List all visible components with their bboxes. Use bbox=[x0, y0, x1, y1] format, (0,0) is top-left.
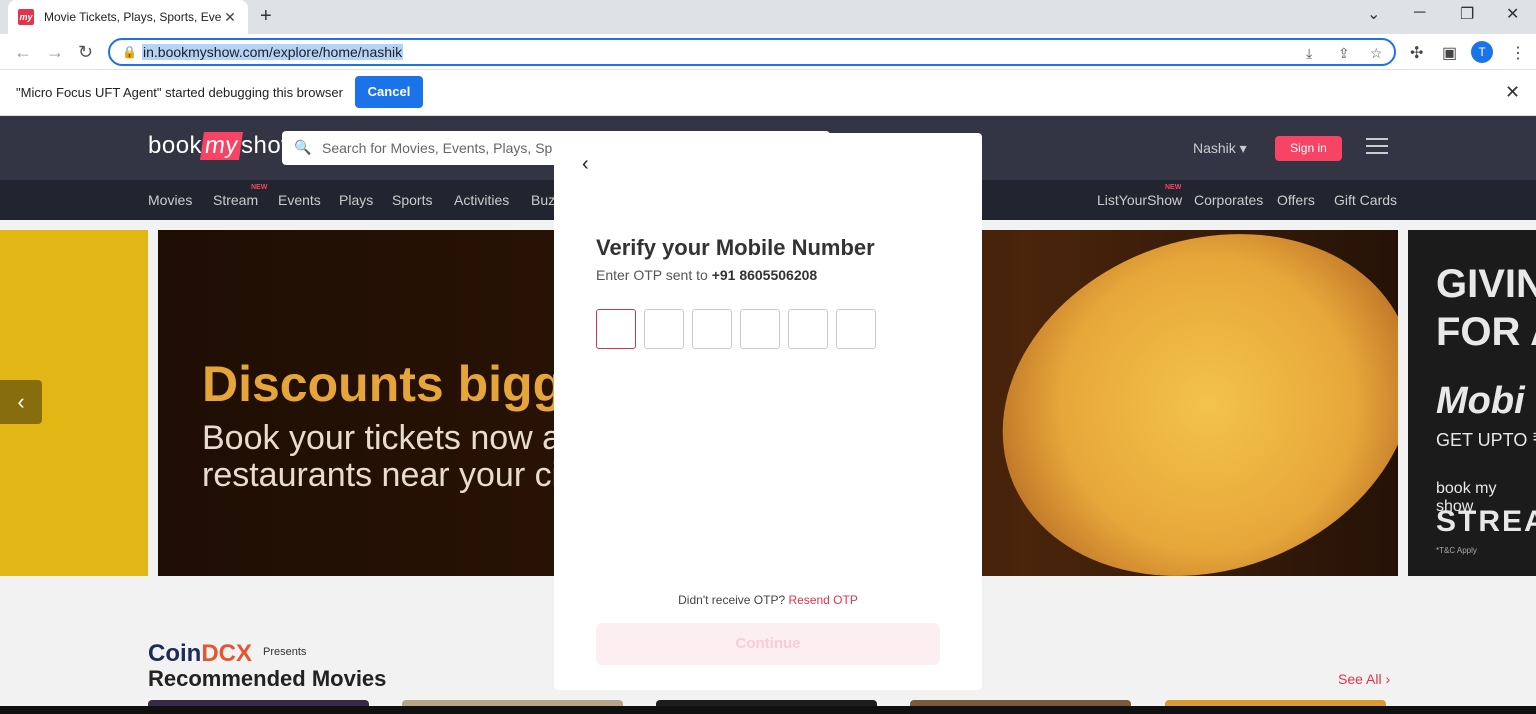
back-arrow-icon[interactable]: ← bbox=[14, 42, 32, 63]
os-taskbar bbox=[0, 706, 1536, 714]
resend-prompt: Didn't receive OTP? bbox=[678, 593, 786, 607]
next-slide-tnc: *T&C Apply bbox=[1436, 546, 1477, 555]
bookmyshow-favicon-icon: my bbox=[18, 9, 34, 25]
otp-digit-6[interactable] bbox=[836, 309, 876, 349]
back-chevron-icon[interactable]: ‹ bbox=[582, 153, 589, 176]
address-bar[interactable]: 🔒 in.bookmyshow.com/explore/home/nashik … bbox=[108, 38, 1396, 66]
banner-subtitle-line2: restaurants near your cine bbox=[202, 456, 597, 494]
pizza-image bbox=[954, 230, 1398, 576]
banner-title: Discounts bigger bbox=[202, 356, 611, 412]
debugging-infobar: "Micro Focus UFT Agent" started debuggin… bbox=[0, 70, 1536, 116]
nav-item-plays[interactable]: Plays bbox=[339, 192, 373, 208]
coindcx-logo-coin: Coin bbox=[148, 640, 202, 667]
otp-digit-2[interactable] bbox=[644, 309, 684, 349]
side-panel-icon[interactable]: ▣ bbox=[1442, 43, 1457, 63]
tab-close-icon[interactable]: ✕ bbox=[222, 9, 238, 26]
nav-item-events[interactable]: Events bbox=[278, 192, 321, 208]
continue-button[interactable]: Continue bbox=[596, 623, 940, 665]
modal-subtitle: Enter OTP sent to +91 8605506208 bbox=[596, 267, 817, 283]
otp-sent-label: Enter OTP sent to bbox=[596, 267, 708, 283]
cancel-debugging-button[interactable]: Cancel bbox=[355, 76, 423, 108]
city-selector[interactable]: Nashik ▾ bbox=[1193, 140, 1247, 157]
otp-verification-modal: ‹ Verify your Mobile Number Enter OTP se… bbox=[554, 133, 982, 690]
lock-icon[interactable]: 🔒 bbox=[122, 45, 137, 59]
browser-toolbar: ← → ↻ 🔒 in.bookmyshow.com/explore/home/n… bbox=[0, 34, 1536, 70]
coindcx-logo-dcx: DCX bbox=[201, 640, 252, 667]
forward-arrow-icon[interactable]: → bbox=[46, 42, 64, 63]
restore-icon[interactable]: ❐ bbox=[1460, 4, 1474, 24]
infobar-close-icon[interactable]: ✕ bbox=[1505, 82, 1520, 103]
sign-in-button[interactable]: Sign in bbox=[1275, 136, 1342, 161]
see-all-link[interactable]: See All › bbox=[1338, 671, 1390, 687]
mobikwik-brand: Mobi bbox=[1436, 380, 1525, 422]
nav-item-gift-cards[interactable]: Gift Cards bbox=[1334, 192, 1397, 208]
browser-tab[interactable]: my Movie Tickets, Plays, Sports, Even ✕ bbox=[8, 0, 248, 34]
browser-tab-strip: my Movie Tickets, Plays, Sports, Even ✕ … bbox=[0, 0, 1536, 34]
share-icon[interactable]: ⇪ bbox=[1338, 45, 1350, 62]
extensions-puzzle-icon[interactable]: ✣ bbox=[1410, 43, 1423, 63]
nav-item-movies[interactable]: Movies bbox=[148, 192, 192, 208]
carousel-prev-arrow-icon[interactable]: ‹ bbox=[0, 380, 42, 424]
search-placeholder: Search for Movies, Events, Plays, Sports bbox=[322, 140, 552, 156]
next-slide-stream: STREAM bbox=[1436, 505, 1536, 538]
nav-item-listyourshow[interactable]: ListYourShow bbox=[1097, 192, 1182, 208]
nav-item-offers[interactable]: Offers bbox=[1277, 192, 1315, 208]
nav-item-activities[interactable]: Activities bbox=[454, 192, 509, 208]
section-title: Recommended Movies bbox=[148, 666, 387, 691]
otp-digit-3[interactable] bbox=[692, 309, 732, 349]
new-tab-plus-icon[interactable]: + bbox=[260, 5, 272, 28]
logo-my: my bbox=[200, 132, 244, 160]
tab-title: Movie Tickets, Plays, Sports, Even bbox=[44, 10, 222, 24]
otp-digit-4[interactable] bbox=[740, 309, 780, 349]
infobar-message: "Micro Focus UFT Agent" started debuggin… bbox=[16, 85, 343, 100]
next-slide-headline: GIVING FOR ALL bbox=[1436, 260, 1536, 356]
resend-row: Didn't receive OTP? Resend OTP bbox=[554, 593, 982, 607]
minimize-icon[interactable]: ─ bbox=[1414, 4, 1425, 22]
bookmark-star-icon[interactable]: ☆ bbox=[1370, 45, 1383, 62]
nav-item-corporates[interactable]: Corporates bbox=[1194, 192, 1263, 208]
otp-digit-5[interactable] bbox=[788, 309, 828, 349]
hamburger-menu-icon[interactable] bbox=[1366, 138, 1388, 156]
next-slide-offer: GET UPTO ₹200 bbox=[1436, 430, 1536, 450]
url-text[interactable]: in.bookmyshow.com/explore/home/nashik bbox=[142, 44, 404, 60]
new-badge: NEW bbox=[251, 184, 268, 191]
reload-icon[interactable]: ↻ bbox=[78, 42, 93, 63]
next-slide-line1: GIVING bbox=[1436, 262, 1536, 306]
banner-subtitle-line1: Book your tickets now and bbox=[202, 419, 599, 457]
search-icon: 🔍 bbox=[294, 139, 312, 155]
modal-title: Verify your Mobile Number bbox=[596, 235, 875, 260]
carousel-next-slide[interactable]: GIVING FOR ALL Mobi GET UPTO ₹200 book m… bbox=[1408, 230, 1536, 576]
bookmyshow-logo[interactable]: bookmyshow bbox=[148, 132, 299, 160]
browser-menu-kebab-icon[interactable]: ⋮ bbox=[1510, 43, 1526, 63]
banner-subtitle: Book your tickets now and restaurants ne… bbox=[202, 420, 599, 494]
presents-label: Presents bbox=[263, 646, 307, 658]
nav-item-sports[interactable]: Sports bbox=[392, 192, 432, 208]
new-badge: NEW bbox=[1165, 184, 1182, 191]
coindcx-logo: CoinDCX bbox=[148, 640, 252, 668]
resend-otp-link[interactable]: Resend OTP bbox=[788, 593, 857, 607]
tab-search-chevron-icon[interactable]: ⌄ bbox=[1367, 4, 1380, 24]
nav-item-stream[interactable]: Stream bbox=[213, 192, 258, 208]
next-slide-line2: FOR ALL bbox=[1436, 310, 1536, 354]
otp-digit-1[interactable] bbox=[596, 309, 636, 349]
logo-book: book bbox=[148, 132, 203, 159]
window-close-icon[interactable]: ✕ bbox=[1506, 4, 1519, 24]
phone-number: +91 8605506208 bbox=[711, 267, 818, 283]
profile-avatar[interactable]: T bbox=[1471, 41, 1493, 63]
install-app-icon[interactable]: ⤓ bbox=[1306, 45, 1312, 62]
